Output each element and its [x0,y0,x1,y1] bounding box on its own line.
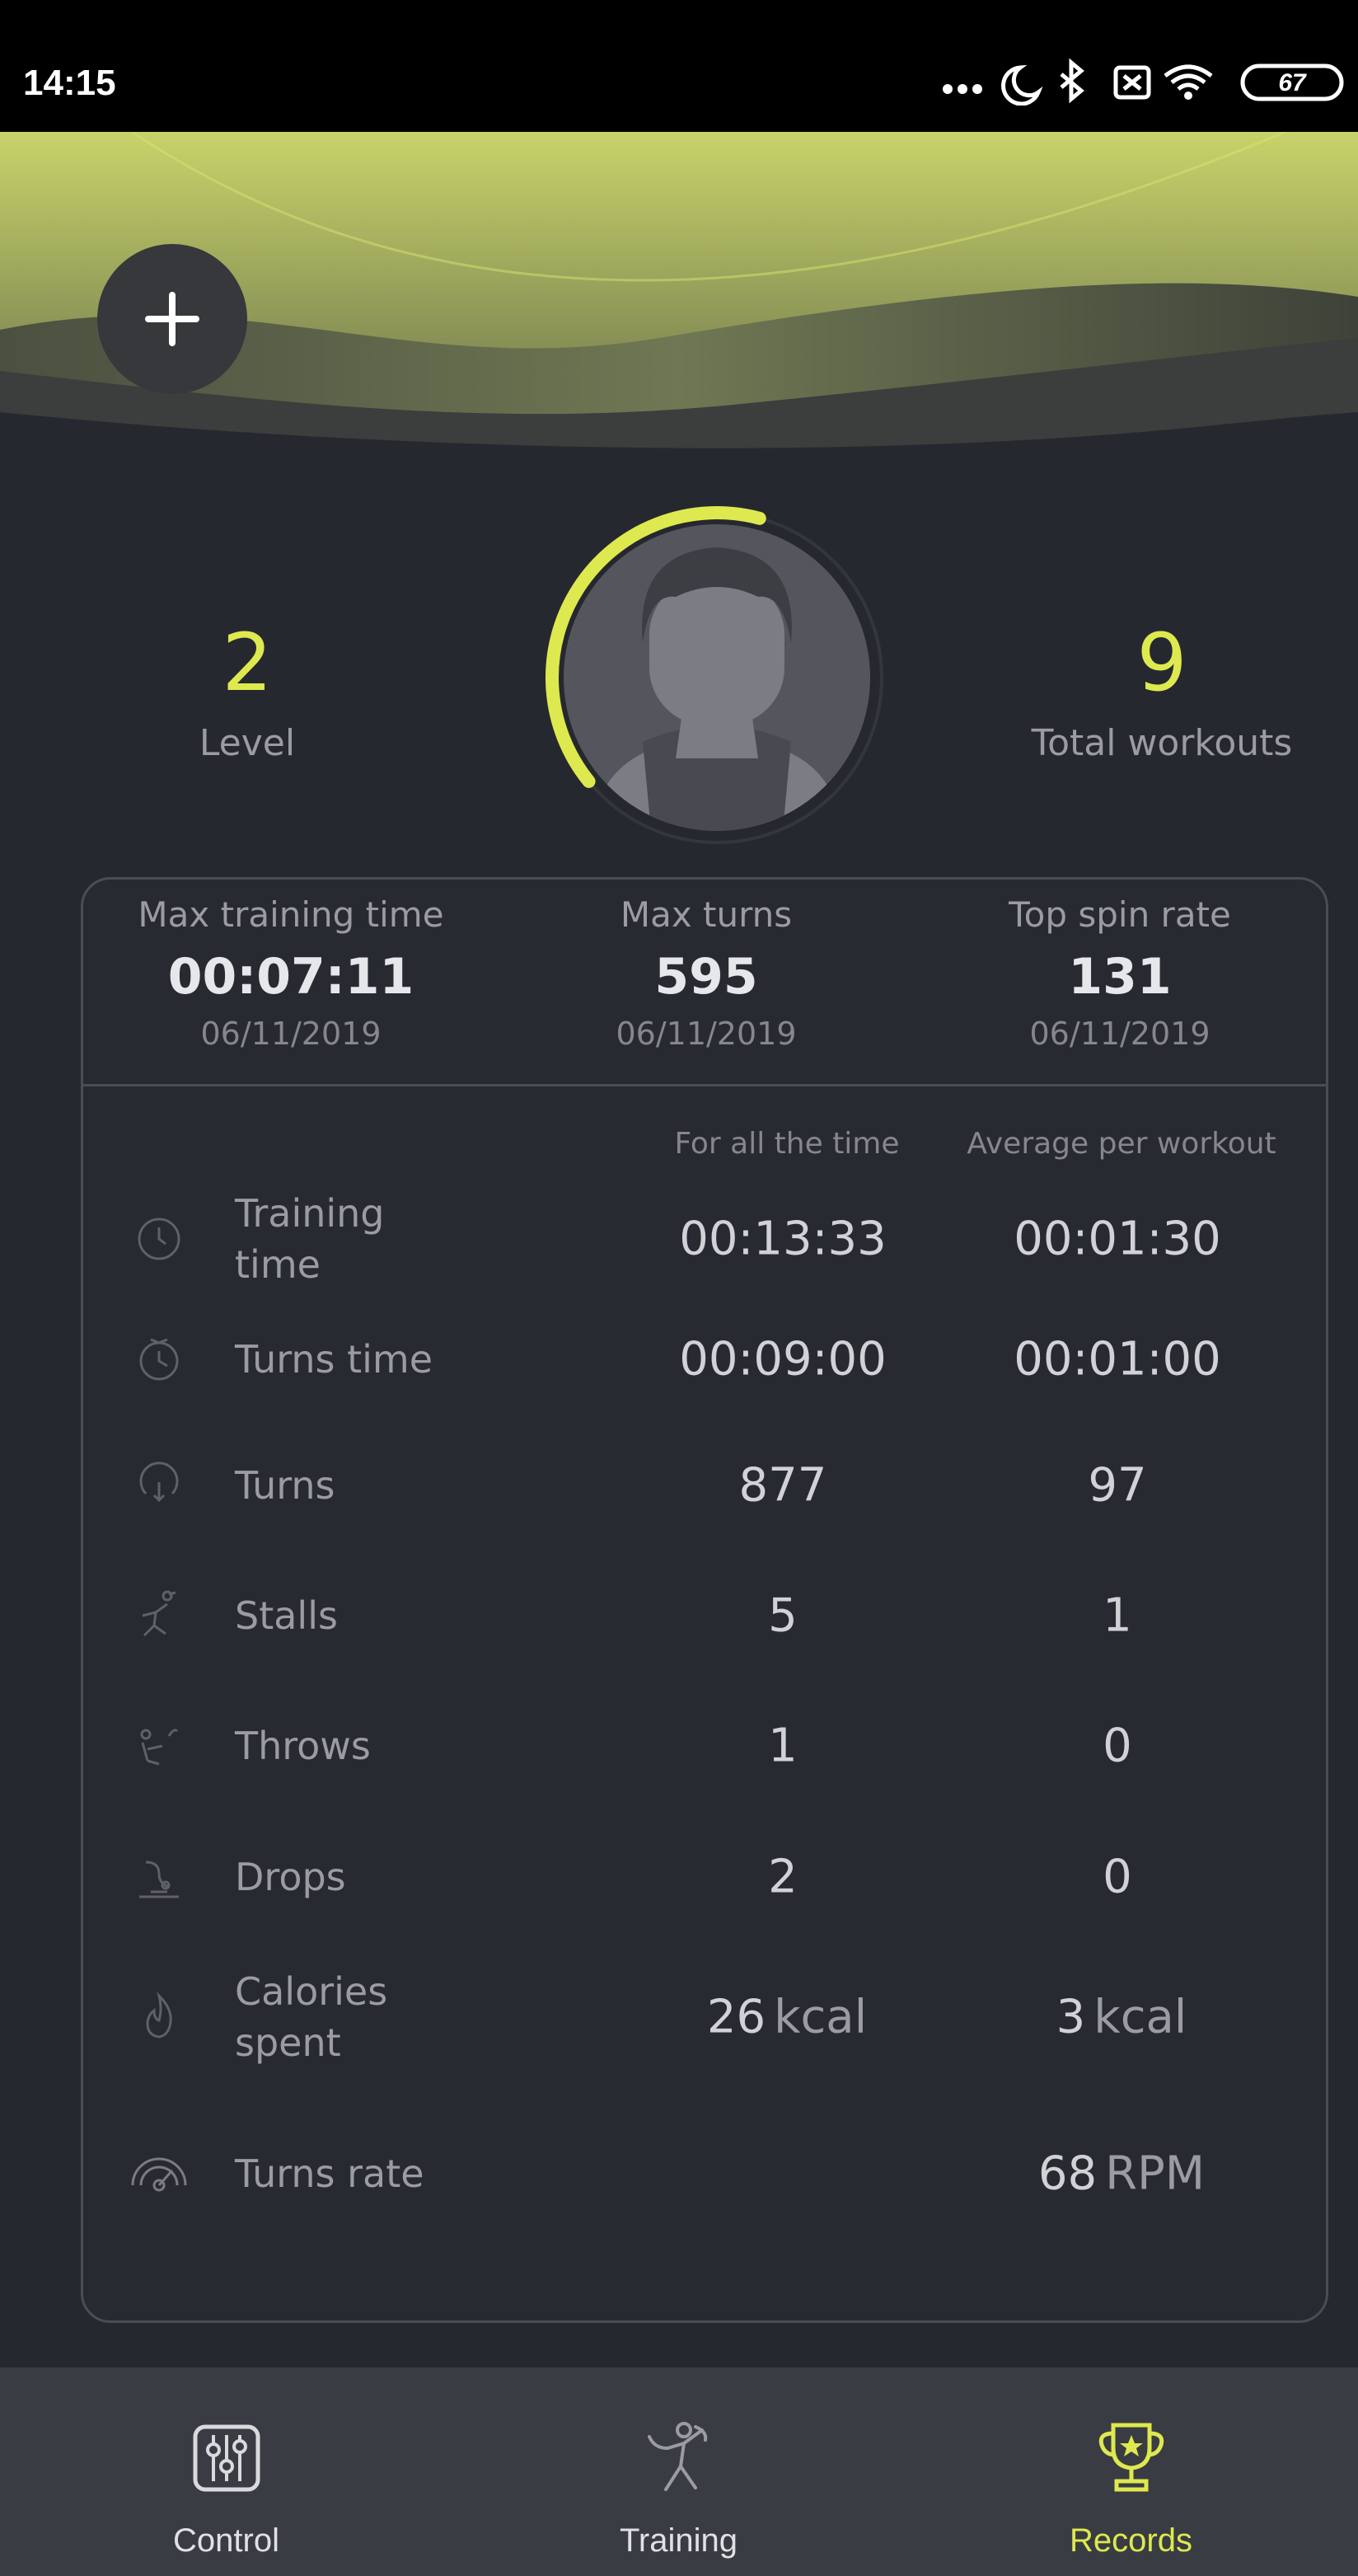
value: 0 [1103,1850,1132,1904]
status-icons: 67 [943,58,1344,106]
value: 3 [1056,1990,1086,2044]
column-header-average: Average per workout [967,1127,1276,1161]
status-time: 14:15 [23,63,116,103]
value: 00:01:30 [1014,1212,1221,1266]
nav-label: Training [619,2522,738,2559]
workouts-value: 9 [1136,617,1187,709]
unit: kcal [774,1990,868,2044]
record-top-spin-rate: Top spin rate 131 06/11/2019 [912,880,1328,1052]
value: 2 [768,1850,798,1904]
nav-training[interactable]: Training [452,2367,905,2576]
record-value: 00:07:11 [167,948,414,1006]
record-title: Max training time [138,894,444,935]
value: 26 [706,1990,766,2044]
value: 1 [1103,1588,1132,1643]
records-card: Max training time 00:07:11 06/11/2019 Ma… [81,877,1328,2323]
stat-label: Training time [235,1190,385,1287]
stat-row: Drops 2 0 [83,1815,1326,1939]
value: 68 [1037,2147,1098,2201]
stat-row: Calories spent 26 kcal 3 kcal [83,1955,1326,2079]
stat-label: Calories spent [235,1968,388,2065]
dancer-icon [647,2422,707,2491]
throw-icon [140,1729,179,1766]
record-value: 131 [1068,948,1172,1006]
value: 0 [1103,1719,1132,1773]
value: 1 [768,1719,798,1773]
nav-label: Control [173,2522,279,2559]
stall-icon [142,1590,176,1637]
value: 00:09:00 [679,1332,887,1387]
avatar[interactable] [511,495,890,874]
record-value: 595 [654,948,758,1006]
record-max-turns: Max turns 595 06/11/2019 [499,880,914,1052]
stat-value-average: 0 [915,1720,1328,1773]
stat-value-average: 97 [915,1459,1328,1513]
workouts-stat: 9 Total workouts [997,623,1327,764]
stat-row: Stalls 5 1 [83,1554,1326,1677]
sliders-icon [193,2424,260,2492]
value: 5 [768,1588,798,1643]
wifi-icon [1164,64,1213,91]
drop-icon [139,1860,179,1898]
stat-label: Turns rate [235,2151,424,2196]
workouts-label: Total workouts [1031,722,1293,764]
stat-value-average: 0 [915,1851,1328,1904]
bluetooth-icon [1060,58,1084,104]
record-date: 06/11/2019 [200,1016,382,1052]
speedometer-icon [131,2157,187,2192]
stat-value-average: 68 RPM [915,2147,1328,2201]
stat-row: Training time 00:13:33 00:01:30 [83,1177,1326,1301]
stat-value-average: 00:01:30 [915,1213,1328,1266]
battery-level: 67 [1278,69,1307,96]
record-max-training-time: Max training time 00:07:11 06/11/2019 [83,880,499,1052]
turns-icon [139,1462,179,1503]
record-title: Max turns [620,894,793,935]
nav-records[interactable]: Records [905,2367,1357,2576]
level-label: Level [199,722,296,764]
level-value: 2 [222,617,273,709]
value: 00:13:33 [679,1212,887,1266]
max-records-row: Max training time 00:07:11 06/11/2019 Ma… [83,880,1326,1086]
stat-label: Throws [235,1723,371,1768]
record-date: 06/11/2019 [1029,1016,1210,1052]
stat-value-average: 1 [915,1589,1328,1643]
stat-row: Turns 877 97 [83,1424,1326,1547]
value: 00:01:00 [1014,1332,1221,1387]
record-title: Top spin rate [1009,894,1231,935]
bottom-nav: Control Training Records [0,2367,1358,2576]
record-date: 06/11/2019 [616,1016,797,1052]
stat-label: Turns time [235,1336,433,1382]
value: 877 [738,1458,827,1513]
add-button[interactable] [97,244,247,394]
stat-value-average: 3 kcal [915,1991,1328,2044]
nav-label: Records [1070,2522,1192,2559]
clock-icon [138,1218,180,1260]
stat-label: Stalls [235,1593,338,1638]
plus-icon [145,292,199,346]
stat-row: Turns time 00:09:00 00:01:00 [83,1297,1326,1421]
timer-icon [139,1338,179,1381]
value: 97 [1088,1458,1147,1513]
fire-icon [146,1992,172,2039]
stat-label: Drops [235,1854,346,1899]
trophy-icon [1098,2423,1164,2492]
level-stat: 2 Level [132,623,363,764]
status-bar: 14:15 67 [0,0,1358,132]
moon-icon [1001,64,1043,106]
nav-control[interactable]: Control [0,2367,452,2576]
unit: kcal [1093,1990,1187,2044]
stat-label: Turns [235,1462,335,1508]
stat-value-average: 00:01:00 [915,1333,1328,1387]
stat-row: Turns rate 68 RPM [83,2112,1326,2236]
unit: RPM [1105,2147,1206,2201]
stat-row: Throws 1 0 [83,1684,1326,1808]
